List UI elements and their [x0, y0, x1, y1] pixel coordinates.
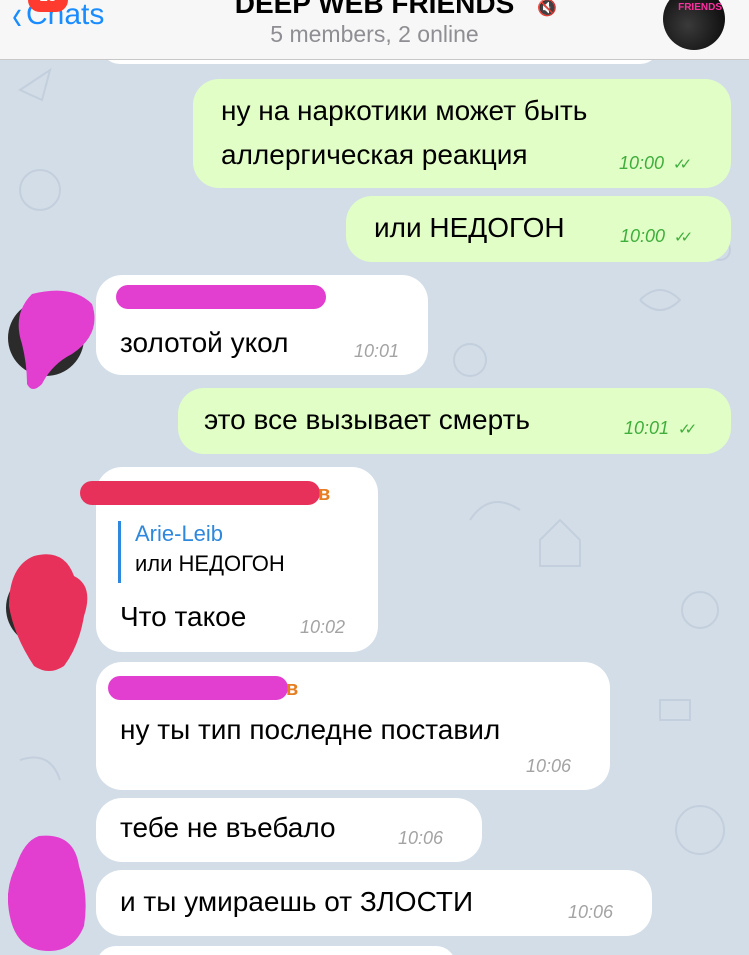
- reply-preview[interactable]: Arie-Leib или НЕДОГОН: [118, 521, 285, 583]
- double-check-icon: ✓✓: [678, 421, 697, 438]
- message-text: или НЕДОГОН: [374, 212, 565, 243]
- avatar-redaction: [9, 554, 88, 671]
- sender-name-suffix: в: [318, 483, 331, 505]
- message-text: аллергическая реакция: [221, 139, 528, 170]
- message-text: и ты умираешь от ЗЛОСТИ: [120, 886, 474, 917]
- double-check-icon: ✓✓: [673, 156, 692, 173]
- message-time: 10:06: [398, 828, 444, 848]
- message-time: 10:02: [300, 617, 346, 637]
- message-bubble-outgoing[interactable]: ну на наркотики может быть аллергическая…: [193, 79, 731, 188]
- message-bubble-incoming[interactable]: и ты умираешь от ЗЛОСТИ 10:06: [96, 870, 652, 936]
- double-check-icon: ✓✓: [674, 229, 693, 246]
- message-time: 10:00: [619, 153, 665, 173]
- avatar-redaction: [18, 290, 95, 389]
- message-bubble-incoming[interactable]: в Arie-Leib или НЕДОГОН Что такое 10:02: [80, 467, 378, 652]
- reply-author: Arie-Leib: [135, 521, 224, 546]
- message-text: это все вызывает смерть: [204, 404, 530, 435]
- message-bubble-outgoing[interactable]: это все вызывает смерть 10:01 ✓✓: [178, 388, 731, 454]
- sender-name-redacted: [116, 285, 326, 309]
- group-avatar-logo: FRIENDS: [678, 2, 722, 13]
- speaker-muted-icon: 🔇: [537, 0, 557, 17]
- message-time: 10:06: [568, 902, 614, 922]
- message-text: тебе не въебало: [120, 812, 336, 843]
- sender-name-redacted: [108, 676, 288, 700]
- sender-name-redacted: [80, 481, 320, 505]
- sender-name-suffix: в: [286, 678, 299, 700]
- chat-title[interactable]: DEEP WEB FRIENDS: [0, 0, 749, 20]
- message-text: Что такое: [120, 601, 247, 632]
- message-bubble-incoming[interactable]: золотой укол 10:01: [96, 275, 428, 375]
- message-time: 10:06: [526, 756, 572, 776]
- message-text: ну ты тип последне поставил: [120, 714, 501, 745]
- message-text: золотой укол: [120, 327, 289, 358]
- message-bubble-incoming[interactable]: тебе не въебало 10:06: [96, 798, 482, 862]
- avatar-redaction: [7, 835, 86, 951]
- message-bubble-outgoing[interactable]: или НЕДОГОН 10:00 ✓✓: [346, 196, 731, 262]
- message-time: 10:01: [354, 341, 400, 361]
- reply-text: или НЕДОГОН: [135, 551, 285, 576]
- message-time: 10:01: [624, 418, 670, 438]
- message-text: ну на наркотики может быть: [221, 95, 588, 126]
- message-time: 10:00: [620, 226, 666, 246]
- message-bubble-incoming[interactable]: в ну ты тип последне поставил 10:06: [96, 662, 610, 790]
- chat-header: ‹ Chats 15 DEEP WEB FRIENDS 🔇 5 members,…: [0, 0, 749, 60]
- chat-subtitle: 5 members, 2 online: [270, 21, 479, 47]
- message-bubble-partial: [96, 946, 456, 955]
